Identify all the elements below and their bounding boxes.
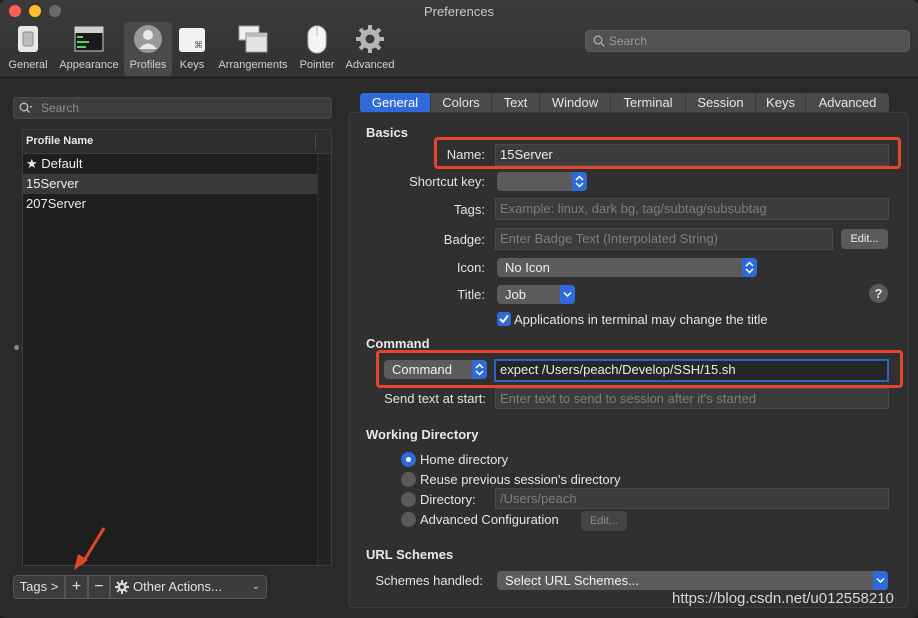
- title-label: Title:: [457, 287, 485, 302]
- toolbar-keys-label: Keys: [179, 59, 205, 71]
- profile-name-column-header[interactable]: Profile Name: [26, 135, 93, 147]
- column-separator: [315, 133, 316, 150]
- watermark-text: https://blog.csdn.net/u012558210: [672, 590, 894, 607]
- other-actions-button[interactable]: Other Actions... ⌄: [110, 575, 267, 599]
- checkmark-icon: [499, 314, 509, 324]
- command-highlight-annotation: [376, 350, 903, 388]
- tab-text[interactable]: Text: [492, 93, 540, 113]
- url-schemes-popup-value: Select URL Schemes...: [505, 573, 639, 588]
- custom-directory-radio[interactable]: [401, 492, 416, 507]
- profile-search-input[interactable]: Search: [13, 97, 332, 119]
- tags-field[interactable]: Example: linux, dark bg, tag/subtag/subs…: [495, 198, 889, 220]
- gear-icon: [115, 580, 129, 594]
- toolbar-appearance[interactable]: Appearance: [55, 22, 123, 76]
- toolbar-advanced-label: Advanced: [345, 59, 395, 71]
- toolbar-pointer-label: Pointer: [299, 59, 335, 71]
- basics-section-title: Basics: [366, 125, 408, 140]
- name-highlight-annotation: [434, 137, 901, 169]
- shortcut-key-popup[interactable]: [497, 172, 587, 191]
- tab-colors[interactable]: Colors: [431, 93, 492, 113]
- tags-label: Tags:: [453, 202, 485, 217]
- pointer-mouse-icon: [307, 25, 327, 54]
- tab-terminal[interactable]: Terminal: [611, 93, 686, 113]
- tab-general[interactable]: General: [360, 93, 431, 113]
- toolbar: Preferences General Appearance Profiles …: [0, 0, 918, 78]
- icon-label: Icon:: [456, 260, 485, 275]
- toolbar-pointer[interactable]: Pointer: [296, 22, 338, 76]
- url-schemes-popup[interactable]: Select URL Schemes...: [497, 571, 888, 590]
- toolbar-arrangements-label: Arrangements: [218, 59, 288, 71]
- toolbar-keys[interactable]: ⌘ Keys: [174, 22, 210, 76]
- add-profile-button[interactable]: +: [65, 575, 88, 599]
- preferences-window: Preferences General Appearance Profiles …: [0, 0, 918, 618]
- keys-command-icon: ⌘: [179, 28, 205, 52]
- tab-window[interactable]: Window: [540, 93, 611, 113]
- toolbar-search-placeholder: Search: [609, 34, 648, 48]
- badge-field[interactable]: Enter Badge Text (Interpolated String): [495, 228, 833, 250]
- home-directory-label: Home directory: [420, 452, 509, 467]
- advanced-configuration-edit-button[interactable]: Edit...: [581, 511, 627, 531]
- custom-directory-label: Directory:: [420, 492, 476, 507]
- search-icon: [593, 35, 605, 47]
- command-section-title: Command: [366, 336, 430, 351]
- toolbar-general-label: General: [8, 59, 48, 71]
- red-arrow-annotation-icon: [74, 527, 106, 570]
- profile-row-207server[interactable]: 207Server: [23, 194, 317, 214]
- icon-popup[interactable]: No Icon: [497, 258, 757, 277]
- advanced-configuration-label: Advanced Configuration: [420, 512, 559, 527]
- advanced-configuration-radio[interactable]: [401, 512, 416, 527]
- toolbar-general[interactable]: General: [4, 22, 52, 76]
- chevron-down-icon: [873, 571, 888, 590]
- reuse-directory-radio[interactable]: [401, 472, 416, 487]
- tab-advanced[interactable]: Advanced: [806, 93, 889, 113]
- pane-splitter-handle[interactable]: [14, 345, 19, 350]
- chevron-down-icon: ⌄: [251, 581, 260, 592]
- profile-row-default[interactable]: ★ Default: [23, 154, 317, 174]
- send-text-field[interactable]: Enter text to send to session after it's…: [495, 388, 889, 409]
- svg-text:⌘: ⌘: [194, 41, 203, 51]
- general-switch-icon: [18, 26, 38, 52]
- search-dropdown-icon: [19, 102, 33, 114]
- working-directory-section-title: Working Directory: [366, 427, 479, 442]
- tags-toggle-button[interactable]: Tags >: [13, 575, 65, 599]
- popup-stepper-icon: [572, 172, 587, 191]
- profile-search-placeholder: Search: [41, 101, 80, 115]
- chevron-down-icon: [560, 285, 575, 304]
- profiles-person-icon: [134, 25, 162, 53]
- directory-path-field[interactable]: /Users/peach: [495, 488, 889, 509]
- popup-stepper-icon: [742, 258, 757, 277]
- profile-row-15server[interactable]: 15Server: [23, 174, 317, 194]
- profile-list-header: Profile Name: [23, 130, 331, 154]
- reuse-directory-label: Reuse previous session's directory: [420, 472, 621, 487]
- shortcut-key-label: Shortcut key:: [409, 174, 485, 189]
- profile-list: Profile Name ★ Default 15Server 207Serve…: [22, 129, 332, 566]
- toolbar-profiles-label: Profiles: [129, 59, 167, 71]
- home-directory-radio[interactable]: [401, 452, 416, 467]
- toolbar-advanced[interactable]: Advanced: [342, 22, 398, 76]
- remove-profile-button[interactable]: −: [88, 575, 110, 599]
- toolbar-profiles[interactable]: Profiles: [124, 22, 172, 76]
- tab-keys[interactable]: Keys: [756, 93, 806, 113]
- profile-list-scrollbar[interactable]: [317, 154, 331, 565]
- appearance-window-icon: [74, 26, 104, 52]
- change-title-checkbox-label: Applications in terminal may change the …: [514, 312, 768, 327]
- tab-session[interactable]: Session: [686, 93, 756, 113]
- title-popup-value: Job: [505, 287, 526, 302]
- arrangements-windows-icon: [238, 25, 268, 53]
- icon-popup-value: No Icon: [505, 260, 550, 275]
- other-actions-label: Other Actions...: [133, 579, 222, 594]
- send-text-label: Send text at start:: [384, 391, 486, 406]
- url-schemes-section-title: URL Schemes: [366, 547, 454, 562]
- change-title-checkbox[interactable]: [497, 312, 511, 326]
- badge-edit-button[interactable]: Edit...: [841, 229, 888, 249]
- schemes-handled-label: Schemes handled:: [375, 573, 483, 588]
- badge-label: Badge:: [443, 232, 485, 247]
- toolbar-search-input[interactable]: Search: [585, 30, 910, 52]
- help-button[interactable]: ?: [869, 284, 888, 303]
- window-title: Preferences: [423, 4, 495, 19]
- title-popup[interactable]: Job: [497, 285, 575, 304]
- toolbar-appearance-label: Appearance: [59, 59, 119, 71]
- toolbar-arrangements[interactable]: Arrangements: [214, 22, 292, 76]
- advanced-gear-icon: [356, 25, 384, 53]
